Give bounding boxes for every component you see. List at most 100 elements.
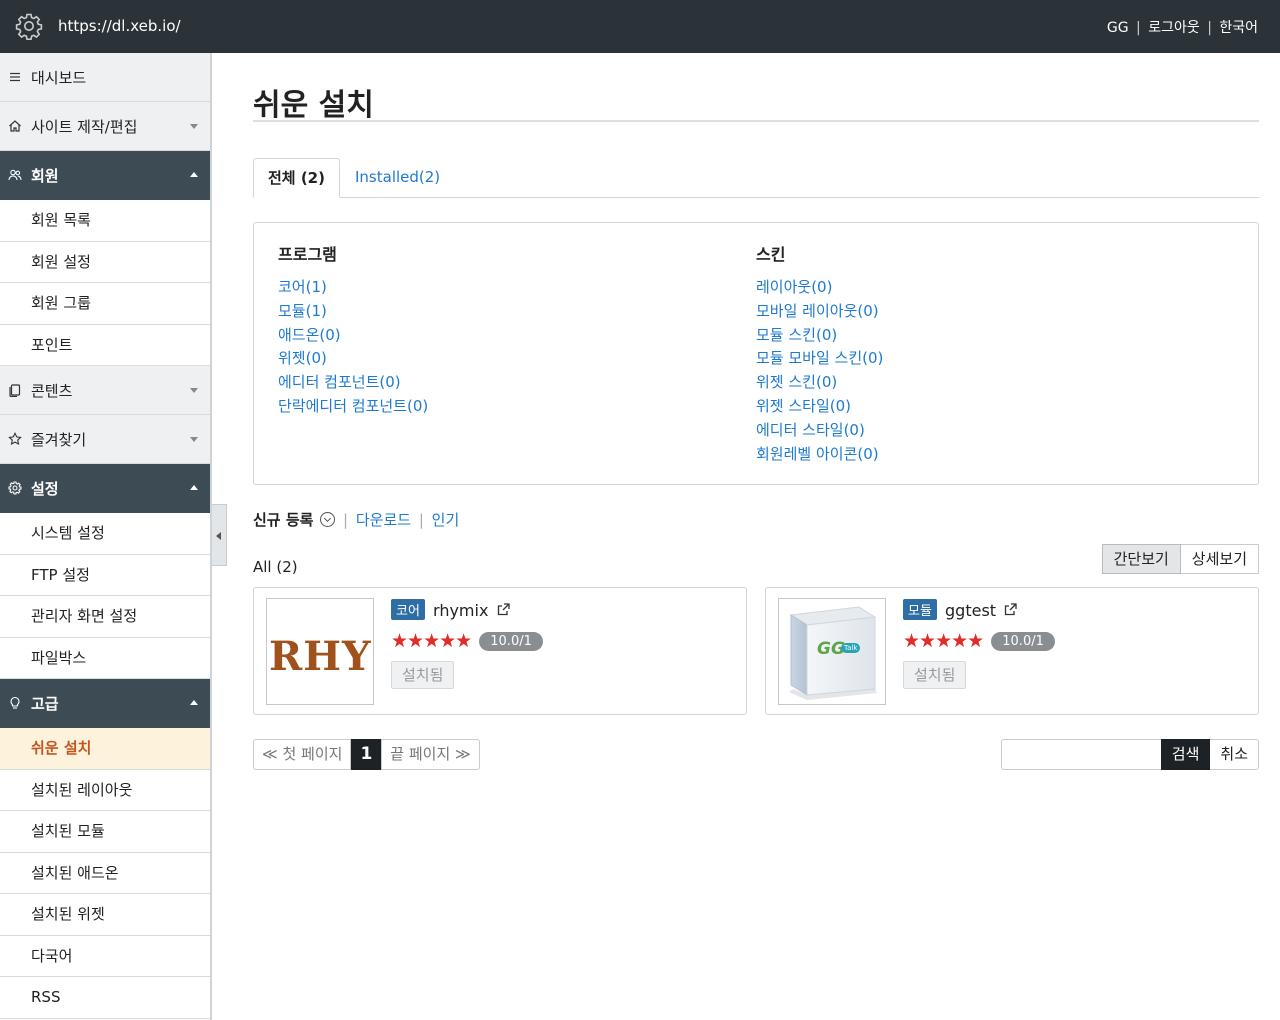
sidebar-item-member-list[interactable]: 회원 목록	[0, 200, 210, 242]
sidebar-item-installed-modules[interactable]: 설치된 모듈	[0, 811, 210, 853]
tab-all[interactable]: 전체 (2)	[253, 158, 340, 198]
category-link-widget-style[interactable]: 위젯 스타일(0)	[756, 395, 883, 419]
package-type-badge: 코어	[391, 599, 425, 620]
package-thumbnail[interactable]: RHY	[266, 598, 374, 705]
package-thumbnail[interactable]: GG Talk	[778, 598, 886, 705]
category-link-module-skin[interactable]: 모듈 스킨(0)	[756, 324, 883, 348]
sidebar-item-label: 콘텐츠	[31, 381, 73, 400]
chevron-down-icon	[190, 437, 198, 442]
sidebar-item-installed-layouts[interactable]: 설치된 레이아웃	[0, 769, 210, 811]
category-link-paragraph-editor-component[interactable]: 단락에디터 컴포넌트(0)	[278, 395, 428, 419]
tab-installed[interactable]: Installed(2)	[341, 158, 454, 198]
users-icon	[8, 169, 22, 181]
site-url-link[interactable]: https://dl.xeb.io/	[58, 17, 181, 35]
result-count: All (2)	[253, 558, 298, 576]
cancel-button[interactable]: 취소	[1210, 739, 1259, 770]
chevron-up-icon	[190, 485, 198, 490]
sidebar-item-filebox[interactable]: 파일박스	[0, 637, 210, 679]
category-link-core[interactable]: 코어(1)	[278, 276, 428, 300]
sidebar-item-point[interactable]: 포인트	[0, 324, 210, 366]
chevron-down-icon	[190, 124, 198, 129]
search-button[interactable]: 검색	[1160, 739, 1211, 770]
sort-popular[interactable]: 인기	[432, 511, 460, 529]
installed-button[interactable]: 설치됨	[391, 661, 455, 689]
sidebar-item-contents[interactable]: 콘텐츠	[0, 366, 210, 415]
logout-link[interactable]: 로그아웃	[1148, 20, 1200, 36]
sidebar-item-admin-screen-settings[interactable]: 관리자 화면 설정	[0, 596, 210, 638]
rating-badge: 10.0/1	[479, 631, 543, 651]
thumbnail-logo-text: RHY	[269, 633, 372, 680]
category-link-mobile-layout[interactable]: 모바일 레이아웃(0)	[756, 300, 883, 324]
category-heading: 스킨	[756, 245, 786, 264]
rating-stars: ★★★★★	[903, 630, 984, 652]
installed-button[interactable]: 설치됨	[903, 661, 967, 689]
tab-bar: 전체 (2) Installed(2)	[253, 158, 1259, 198]
sidebar-item-dashboard[interactable]: 대시보드	[0, 53, 210, 102]
sidebar-item-ftp-settings[interactable]: FTP 설정	[0, 554, 210, 596]
category-link-editor-style[interactable]: 에디터 스타일(0)	[756, 419, 883, 443]
sidebar-item-installed-addons[interactable]: 설치된 애드온	[0, 852, 210, 894]
category-heading: 프로그램	[278, 245, 337, 264]
sort-newest[interactable]: 신규 등록	[253, 511, 313, 529]
category-link-module[interactable]: 모듈(1)	[278, 300, 428, 324]
user-menu: GG | 로그아웃 | 한국어	[1107, 17, 1258, 37]
category-link-layout[interactable]: 레이아웃(0)	[756, 276, 883, 300]
gear-icon[interactable]	[15, 12, 43, 40]
separator: |	[1207, 20, 1212, 36]
sidebar-item-rss[interactable]: RSS	[0, 977, 210, 1019]
sidebar-item-installed-widgets[interactable]: 설치된 위젯	[0, 894, 210, 936]
divider	[253, 120, 1259, 122]
last-page-button[interactable]: 끝 페이지 ≫	[381, 739, 480, 770]
sidebar-item-label: 설정	[31, 479, 59, 498]
sidebar: 대시보드 사이트 제작/편집 회원 회원 목록 회원 설정 회원 그룹 포인트 …	[0, 53, 212, 1020]
sidebar-item-site-edit[interactable]: 사이트 제작/편집	[0, 102, 210, 151]
language-link[interactable]: 한국어	[1219, 20, 1258, 36]
category-skin: 스킨 레이아웃(0) 모바일 레이아웃(0) 모듈 스킨(0) 모듈 모바일 스…	[756, 241, 883, 466]
sidebar-item-advanced[interactable]: 고급	[0, 679, 210, 728]
first-page-button[interactable]: ≪ 첫 페이지	[253, 739, 352, 770]
separator: |	[418, 511, 424, 529]
sidebar-item-settings[interactable]: 설정	[0, 464, 210, 513]
user-name-link[interactable]: GG	[1107, 20, 1129, 36]
sidebar-item-label: 고급	[31, 694, 59, 713]
category-link-module-mobile-skin[interactable]: 모듈 모바일 스킨(0)	[756, 347, 883, 371]
sidebar-collapse-handle[interactable]	[212, 504, 227, 566]
view-toggle: 간단보기 상세보기	[1101, 544, 1259, 574]
sidebar-item-system-settings[interactable]: 시스템 설정	[0, 513, 210, 555]
sidebar-item-easy-install[interactable]: 쉬운 설치	[0, 728, 210, 770]
sidebar-item-member-settings[interactable]: 회원 설정	[0, 241, 210, 283]
rating-stars: ★★★★★	[391, 630, 472, 652]
package-name-link[interactable]: rhymix	[433, 601, 488, 620]
page-title: 쉬운 설치	[253, 88, 374, 123]
sidebar-item-member-group[interactable]: 회원 그룹	[0, 283, 210, 325]
chevron-up-icon	[190, 700, 198, 705]
category-link-widget[interactable]: 위젯(0)	[278, 347, 428, 371]
external-link-icon[interactable]	[1004, 603, 1017, 616]
chevron-down-icon	[190, 388, 198, 393]
chevron-down-circle-icon[interactable]	[320, 512, 336, 527]
page-number-current[interactable]: 1	[351, 739, 382, 770]
simple-view-button[interactable]: 간단보기	[1101, 544, 1181, 574]
sidebar-item-favorites[interactable]: 즐겨찾기	[0, 415, 210, 464]
lightbulb-icon	[10, 696, 20, 709]
category-link-widget-skin[interactable]: 위젯 스킨(0)	[756, 371, 883, 395]
category-link-editor-component[interactable]: 에디터 컴포넌트(0)	[278, 371, 428, 395]
home-icon	[9, 120, 21, 132]
package-info: 코어 rhymix ★★★★★ 10.0/1 설치됨	[391, 599, 543, 689]
sidebar-item-member[interactable]: 회원	[0, 151, 210, 200]
sidebar-item-label: 대시보드	[31, 68, 87, 87]
rating-badge: 10.0/1	[991, 631, 1055, 651]
detail-view-button[interactable]: 상세보기	[1180, 544, 1259, 574]
sidebar-item-label: 사이트 제작/편집	[31, 117, 138, 136]
package-type-badge: 모듈	[903, 599, 937, 620]
search-input[interactable]	[1000, 739, 1161, 770]
category-program: 프로그램 코어(1) 모듈(1) 애드온(0) 위젯(0) 에디터 컴포넌트(0…	[278, 241, 428, 419]
sidebar-item-multilingual[interactable]: 다국어	[0, 935, 210, 977]
category-link-addon[interactable]: 애드온(0)	[278, 324, 428, 348]
category-link-member-level-icon[interactable]: 회원레벨 아이콘(0)	[756, 443, 883, 467]
sort-download[interactable]: 다운로드	[356, 511, 411, 529]
chevron-up-icon	[190, 172, 198, 177]
package-name-link[interactable]: ggtest	[945, 601, 996, 620]
star-icon	[8, 432, 22, 446]
external-link-icon[interactable]	[497, 603, 510, 616]
